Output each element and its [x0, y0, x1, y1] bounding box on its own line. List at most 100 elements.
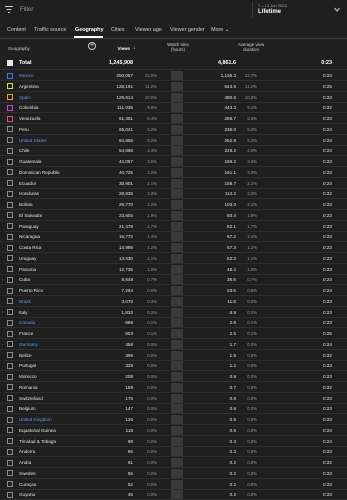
table-row[interactable]: Germany 456 0.0% 1.7 0.0% 0:24	[0, 339, 347, 350]
row-country-name[interactable]: United Kingdom	[19, 417, 52, 422]
table-row[interactable]: Guyana 45 0.0% 0.2 0.0% 0:23	[0, 489, 347, 500]
date-range-selector[interactable]: 7 – 13 Jun 2023 Lifetime	[258, 3, 287, 15]
table-row[interactable]: Peru 65,041 5.2% 236.0 5.3% 0:24	[0, 124, 347, 135]
table-row[interactable]: El Salvador 23,604 1.9% 93.4 1.9% 0:23	[0, 210, 347, 221]
row-checkbox[interactable]	[7, 266, 13, 272]
row-country-name[interactable]: Mexico	[19, 73, 34, 78]
row-checkbox[interactable]	[7, 94, 13, 100]
table-row[interactable]: Venezuela 61,451 5.4% 266.7 5.5% 0:23	[0, 113, 347, 124]
row-checkbox[interactable]	[7, 491, 13, 498]
row-checkbox[interactable]	[7, 319, 13, 326]
add-column-button[interactable]: +	[88, 42, 96, 50]
table-row[interactable]: Nicaragua 16,772 1.4% 67.2 1.4% 0:23	[0, 231, 347, 243]
table-row[interactable]: Costa Rica 14,989 1.2% 57.3 1.2% 0:23	[0, 242, 347, 253]
table-row[interactable]: Canada 686 0.1% 2.6 0.1% 0:23	[0, 317, 347, 329]
row-checkbox[interactable]	[7, 373, 13, 380]
table-row[interactable]: Andorra 66 0.0% 0.3 0.0% 0:23	[0, 446, 347, 458]
row-checkbox[interactable]	[7, 330, 13, 337]
table-row[interactable]: Cuba 8,648 0.7% 35.6 0.7% 0:24	[0, 274, 347, 286]
table-row[interactable]: Equatorial Guinea 118 0.0% 0.5 0.0% 0:24	[0, 425, 347, 436]
row-checkbox[interactable]	[7, 309, 13, 315]
table-row[interactable]: France 603 0.1% 2.5 0.1% 0:25	[0, 328, 347, 339]
filter-icon[interactable]	[5, 6, 13, 13]
table-row[interactable]: Colombia 111,036 9.8% 443.3 9.1% 0:22	[0, 102, 347, 114]
table-row[interactable]: Romania 189 0.0% 0.7 0.0% 0:22	[0, 382, 347, 393]
tab-more[interactable]: More ⌄	[211, 27, 229, 33]
row-checkbox[interactable]	[7, 438, 13, 444]
header-views[interactable]: Views	[118, 46, 130, 51]
row-checkbox[interactable]	[7, 72, 13, 79]
row-checkbox[interactable]	[7, 169, 13, 176]
table-row[interactable]: Puerto Rico 7,264 0.6% 23.5 0.6% 0:24	[0, 285, 347, 296]
table-row[interactable]: United States 64,858 5.2% 252.8 5.2% 0:24	[0, 135, 347, 146]
table-row[interactable]: Sweden 56 0.0% 0.2 0.0% 0:23	[0, 468, 347, 479]
header-watch-time[interactable]: Watch time (hours)	[160, 42, 196, 52]
row-checkbox[interactable]	[7, 83, 13, 90]
row-checkbox[interactable]	[7, 180, 13, 186]
table-row[interactable]: Belgium 147 0.0% 0.6 0.0% 0:23	[0, 403, 347, 415]
row-checkbox[interactable]	[7, 481, 13, 487]
row-checkbox[interactable]	[7, 470, 13, 477]
row-checkbox[interactable]	[7, 405, 13, 412]
row-checkbox[interactable]	[7, 287, 13, 294]
table-row[interactable]: Panama 12,736 1.0% 48.4 1.0% 0:23	[0, 264, 347, 275]
row-checkbox[interactable]	[7, 137, 13, 143]
row-checkbox[interactable]	[7, 158, 13, 165]
table-row[interactable]: Guatemala 44,057 3.5% 169.2 3.5% 0:23	[0, 156, 347, 167]
row-checkbox[interactable]	[7, 233, 13, 240]
table-row[interactable]: Trinidad & Tobago 68 0.0% 0.3 0.0% 0:24	[0, 436, 347, 447]
row-country-name[interactable]: United States	[19, 138, 47, 143]
table-row[interactable]: Honduras 28,935 2.3% 112.2 2.3% 0:22	[0, 188, 347, 200]
row-checkbox[interactable]	[7, 255, 13, 262]
header-avg-view-duration[interactable]: Average view duration	[229, 42, 273, 52]
table-row[interactable]: Spain 129,614 10.0% 490.6 10.0% 0:23	[0, 92, 347, 103]
table-row[interactable]: Switzerland 176 0.0% 0.6 0.0% 0:23	[0, 393, 347, 404]
table-row[interactable]: Portugal 329 0.0% 1.2 0.0% 0:23	[0, 360, 347, 372]
row-checkbox[interactable]	[7, 190, 13, 197]
row-country-name[interactable]: Spain	[19, 95, 31, 100]
table-row[interactable]: Uruguay 13,630 1.1% 52.3 1.1% 0:23	[0, 253, 347, 264]
tab-cities[interactable]: Cities	[111, 27, 124, 33]
row-checkbox[interactable]	[7, 362, 13, 369]
table-row[interactable]: Aruba 61 0.0% 0.2 0.0% 0:22	[0, 457, 347, 468]
tab-geography[interactable]: Geography	[75, 27, 103, 33]
table-row[interactable]: Paraguay 21,478 1.7% 82.1 1.7% 0:23	[0, 221, 347, 232]
row-checkbox[interactable]	[7, 416, 13, 423]
row-checkbox[interactable]	[7, 244, 13, 251]
row-country-name[interactable]: Germany	[19, 342, 38, 347]
row-checkbox[interactable]	[7, 104, 13, 111]
filter-input[interactable]: Filter	[20, 7, 33, 13]
row-checkbox[interactable]	[7, 115, 13, 122]
header-geography[interactable]: Geography	[8, 46, 30, 51]
table-row[interactable]: Morocco 208 0.0% 0.8 0.0% 0:23	[0, 371, 347, 382]
table-row[interactable]: United Kingdom 126 0.0% 0.5 0.0% 0:23	[0, 414, 347, 425]
table-row[interactable]: Ecuador 30,901 2.1% 158.7 2.2% 0:24	[0, 178, 347, 189]
row-checkbox[interactable]	[7, 276, 13, 283]
table-row[interactable]: Argentina 128,191 11.2% 543.5 11.2% 0:25	[0, 81, 347, 92]
table-row[interactable]: Mexico 250,057 22.0% 1,136.3 23.7% 0:24	[0, 70, 347, 81]
tab-viewer-age[interactable]: Viewer age	[135, 27, 162, 33]
row-checkbox[interactable]	[7, 298, 13, 305]
chevron-down-icon[interactable]	[334, 7, 340, 12]
table-row[interactable]: Bolivia 26,770 2.2% 103.0 2.1% 0:23	[0, 199, 347, 210]
row-country-name[interactable]: Brazil	[19, 299, 31, 304]
row-checkbox[interactable]	[7, 395, 13, 401]
table-row[interactable]: Chile 54,668 4.4% 229.2 4.5% 0:24	[0, 145, 347, 157]
tab-traffic-source[interactable]: Traffic source	[34, 27, 66, 33]
row-checkbox[interactable]	[7, 352, 13, 358]
table-row[interactable]: Brazil 3,070 0.3% 11.8 0.2% 0:23	[0, 296, 347, 307]
row-checkbox[interactable]	[7, 201, 13, 208]
sort-down-icon[interactable]: ↓	[133, 45, 136, 51]
row-checkbox[interactable]	[7, 427, 13, 434]
row-country-name[interactable]: Canada	[19, 320, 35, 325]
table-row[interactable]: Dominican Republic 40,725 3.2% 161.1 3.3% 0:2…	[0, 167, 347, 178]
row-checkbox[interactable]	[7, 212, 13, 219]
tab-content[interactable]: Content	[7, 27, 26, 33]
total-checkbox[interactable]	[7, 60, 13, 66]
row-checkbox[interactable]	[7, 459, 13, 466]
table-row[interactable]: Italy 1,832 0.2% 6.9 0.1% 0:23	[0, 307, 347, 318]
tab-viewer-gender[interactable]: Viewer gender	[170, 27, 205, 33]
row-checkbox[interactable]	[7, 126, 13, 133]
row-checkbox[interactable]	[7, 341, 13, 348]
table-row[interactable]: Curaçao 52 0.0% 0.2 0.0% 0:23	[0, 479, 347, 490]
